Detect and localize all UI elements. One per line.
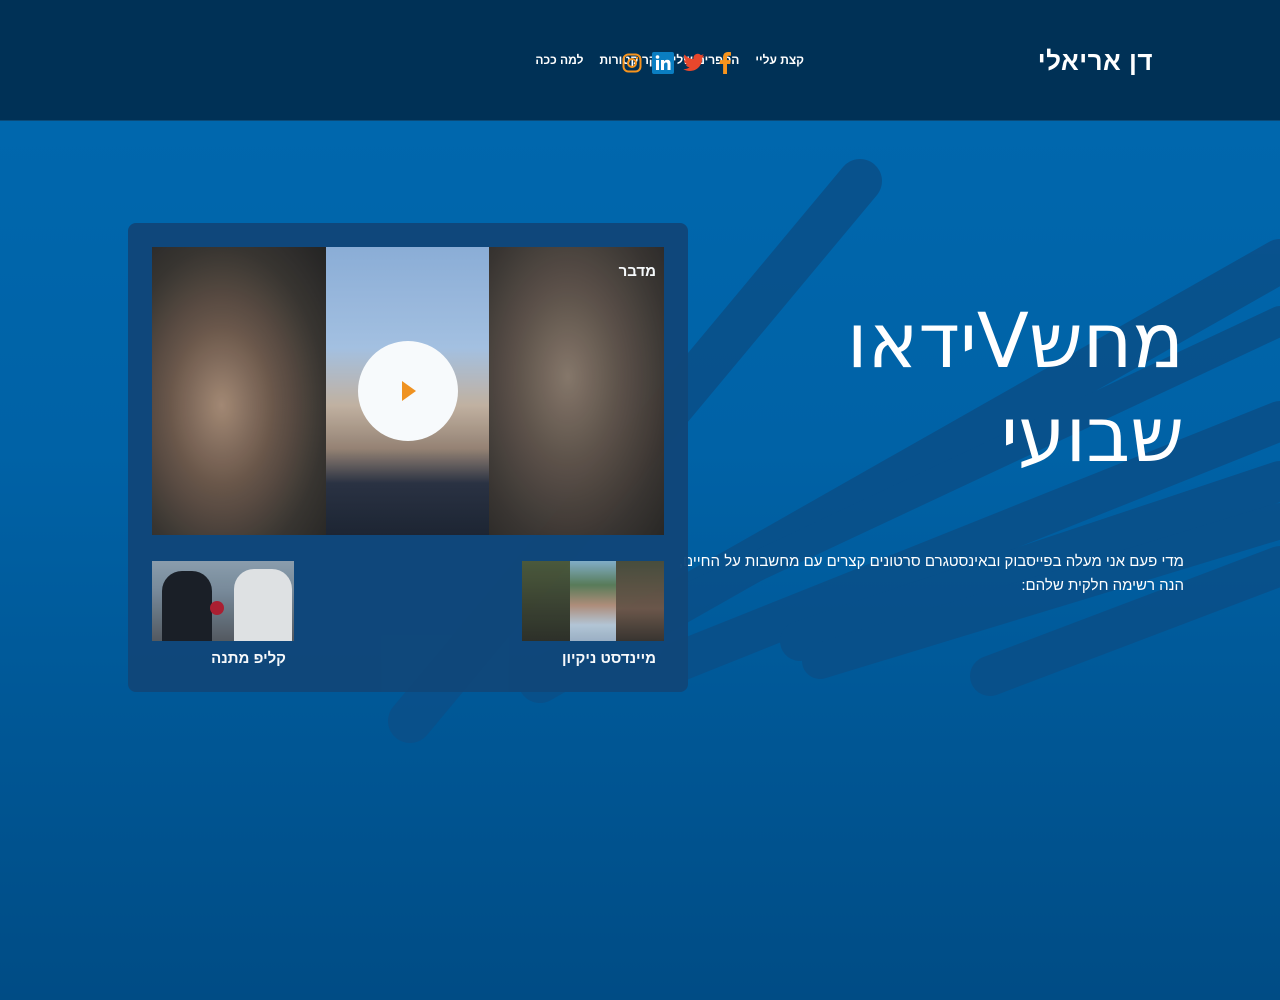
hero-description-line1: מדי פעם אני מעלה בפייסבוק ובאינסטגרם סרט… [678, 553, 1184, 570]
video-gallery-card: מדבר מיינדסט ניקיון קליפ מתנה [128, 223, 688, 692]
main-video-player[interactable]: מדבר [152, 247, 664, 535]
hero-title-line1: מחשVידאו [846, 296, 1184, 385]
video-frame-right [489, 247, 664, 535]
twitter-icon[interactable] [683, 52, 705, 74]
video-thumbnail-mindset[interactable] [522, 561, 664, 641]
nav-why[interactable]: למה ככה [535, 53, 583, 67]
site-logo[interactable]: דן אריאלי [1038, 46, 1153, 77]
play-icon [402, 381, 416, 401]
video-thumbnail-gift[interactable] [152, 561, 294, 641]
hero-description-line2: הנה רשימה חלקית שלהם: [1021, 577, 1184, 594]
site-header: דן אריאלי קצת עליי הספרים שלי קריקטורות … [0, 0, 1280, 121]
play-button[interactable] [358, 341, 458, 441]
hero-title: מחשVידאו שבועי [724, 294, 1184, 482]
nav-about[interactable]: קצת עליי [755, 53, 804, 67]
video-label-mindset[interactable]: מיינדסט ניקיון [562, 650, 656, 667]
instagram-icon[interactable] [621, 52, 643, 74]
video-title: מדבר [618, 263, 656, 280]
video-label-gift[interactable]: קליפ מתנה [211, 650, 286, 667]
facebook-icon[interactable] [714, 52, 736, 74]
hero-title-line2: שבועי [1000, 390, 1184, 479]
social-links [621, 52, 736, 74]
hero-description: מדי פעם אני מעלה בפייסבוק ובאינסטגרם סרט… [664, 550, 1184, 598]
linkedin-icon[interactable] [652, 52, 674, 74]
video-frame-left [152, 247, 326, 535]
